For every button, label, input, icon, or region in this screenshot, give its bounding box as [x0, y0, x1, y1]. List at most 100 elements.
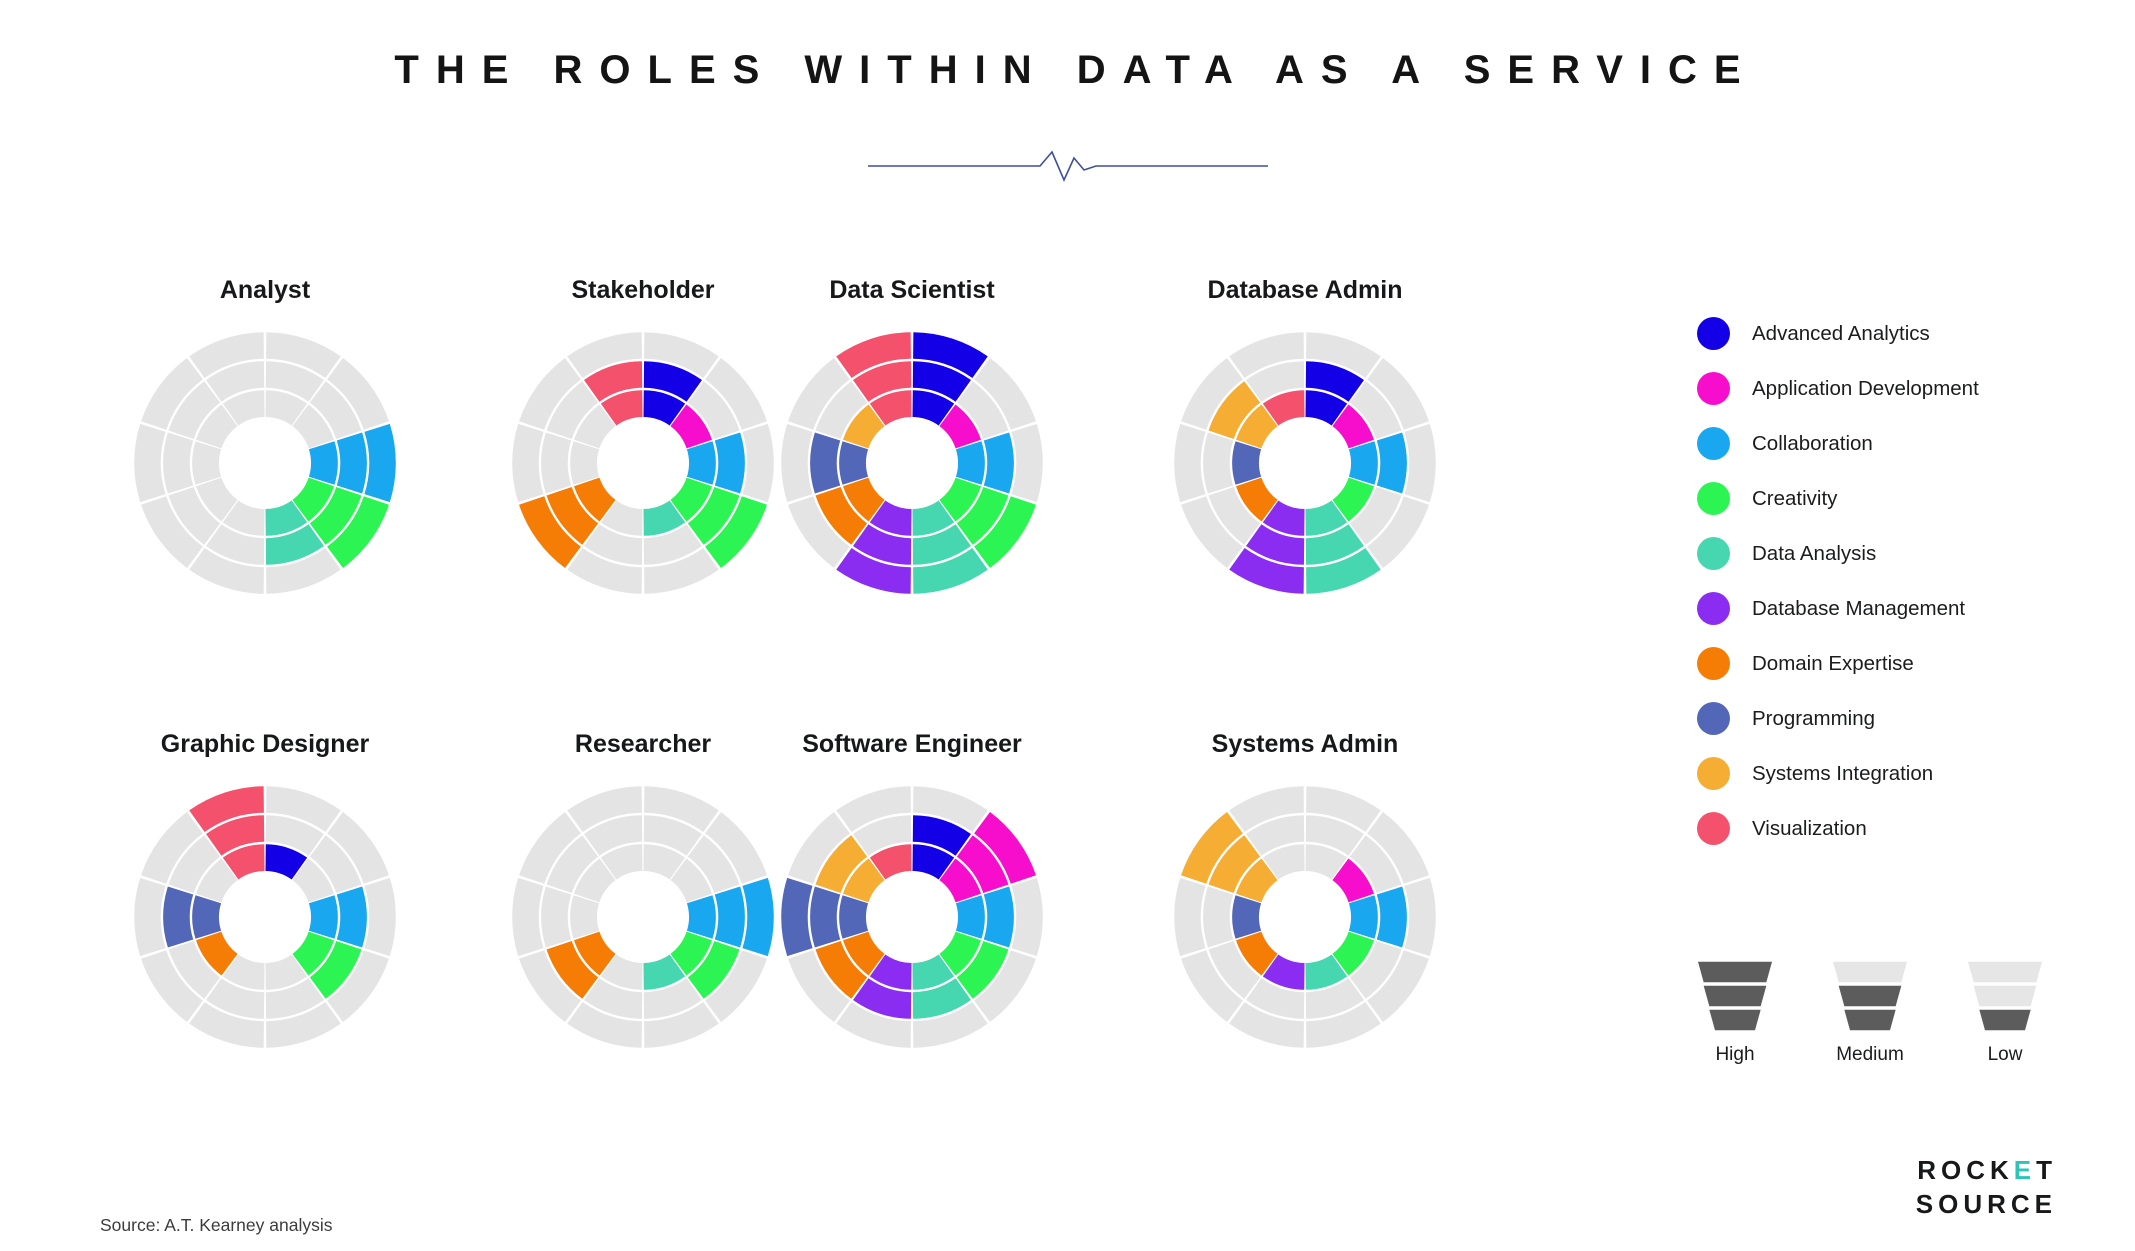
donut-segment [686, 441, 716, 485]
donut-segment [336, 886, 367, 948]
legend-color-swatch [1697, 812, 1730, 845]
legend-item: Application Development [1697, 361, 2097, 416]
donut-segment [1011, 423, 1043, 503]
donut-segment [570, 895, 600, 939]
role-chart: Database Admin [1140, 276, 1470, 623]
donut-segment [839, 441, 869, 485]
rocketsource-logo: ROCKET SOURCE [1916, 1154, 2057, 1221]
decorative-divider [868, 148, 1268, 184]
intensity-key-item: Low [1950, 960, 2060, 1066]
legend-item: Advanced Analytics [1697, 306, 2097, 361]
legend-item-label: Creativity [1752, 486, 1838, 510]
donut-segment [781, 423, 813, 503]
legend-color-swatch [1697, 372, 1730, 405]
donut-segment [1348, 441, 1378, 485]
legend-item: Database Management [1697, 581, 2097, 636]
legend-item: Data Analysis [1697, 526, 2097, 581]
donut-segment [983, 886, 1014, 948]
legend-color-swatch [1697, 537, 1730, 570]
donut-segment [192, 441, 222, 485]
funnel-icon [1833, 961, 1907, 1031]
chart-title: Graphic Designer [160, 730, 370, 758]
logo-line-1: ROCKET [1916, 1154, 2057, 1187]
chart-title: Data Scientist [829, 276, 995, 304]
chart-title: Analyst [219, 276, 311, 304]
donut-segment [1404, 423, 1436, 503]
legend-item: Domain Expertise [1697, 636, 2097, 691]
funnel-icon [1698, 961, 1772, 1031]
donut-segment [541, 432, 572, 494]
donut-chart [1140, 311, 1470, 623]
intensity-key-item: Medium [1815, 960, 1925, 1066]
funnel-icon [1968, 961, 2042, 1031]
logo-text-rock: ROCK [1917, 1155, 2014, 1186]
intensity-key-label: Medium [1836, 1044, 1904, 1065]
logo-line-2: SOURCE [1915, 1188, 2057, 1219]
role-chart: Data Scientist [747, 276, 1077, 623]
donut-segment [686, 895, 716, 939]
legend-item-label: Database Management [1752, 596, 1966, 620]
donut-segment [364, 877, 396, 957]
legend-item-label: Advanced Analytics [1752, 321, 1930, 345]
role-chart: Graphic Designer [100, 730, 430, 1077]
donut-segment [810, 886, 841, 948]
legend-color-swatch [1697, 702, 1730, 735]
donut-segment [163, 432, 194, 494]
legend-color-swatch [1697, 592, 1730, 625]
legend-item-label: Data Analysis [1752, 541, 1877, 565]
role-chart: Analyst [100, 276, 430, 623]
intensity-key-item: High [1680, 960, 1790, 1066]
page-title: THE ROLES WITHIN DATA AS A SERVICE [394, 48, 1758, 92]
donut-segment [1174, 423, 1206, 503]
intensity-key: High Medium Low [1680, 960, 2060, 1066]
legend-item-label: Programming [1752, 706, 1876, 730]
donut-segment [1011, 877, 1043, 957]
legend-item-label: Systems Integration [1752, 761, 1934, 785]
donut-segment [1404, 877, 1436, 957]
donut-segment [1376, 886, 1407, 948]
intensity-key-label: High [1715, 1044, 1755, 1065]
donut-segment [714, 432, 745, 494]
donut-segment [512, 877, 544, 957]
legend-color-swatch [1697, 757, 1730, 790]
donut-segment [1232, 895, 1262, 939]
donut-chart [100, 765, 430, 1077]
role-chart: Systems Admin [1140, 730, 1470, 1077]
legend-item: Visualization [1697, 801, 2097, 856]
role-chart: Software Engineer [747, 730, 1077, 1077]
donut-chart [747, 765, 1077, 1077]
donut-segment [570, 441, 600, 485]
legend-item: Creativity [1697, 471, 2097, 526]
donut-segment [308, 895, 338, 939]
donut-segment [781, 877, 813, 957]
donut-segment [1376, 432, 1407, 494]
donut-segment [1348, 895, 1378, 939]
donut-segment [192, 895, 222, 939]
legend: Advanced Analytics Application Developmen… [1697, 306, 2097, 856]
donut-segment [810, 432, 841, 494]
logo-text-t: T [2036, 1155, 2057, 1186]
donut-chart [100, 311, 430, 623]
legend-item-label: Domain Expertise [1752, 651, 1914, 675]
legend-item: Collaboration [1697, 416, 2097, 471]
donut-segment [541, 886, 572, 948]
donut-segment [336, 432, 367, 494]
donut-segment [163, 886, 194, 948]
infographic-page: THE ROLES WITHIN DATA AS A SERVICE Analy… [0, 0, 2135, 1251]
chart-title: Systems Admin [1211, 730, 1399, 758]
legend-color-swatch [1697, 317, 1730, 350]
donut-segment [308, 441, 338, 485]
legend-item: Systems Integration [1697, 746, 2097, 801]
legend-color-swatch [1697, 647, 1730, 680]
donut-segment [714, 886, 745, 948]
donut-segment [134, 877, 166, 957]
donut-chart [1140, 765, 1470, 1077]
donut-chart [747, 311, 1077, 623]
donut-segment [839, 895, 869, 939]
legend-item-label: Application Development [1752, 376, 1979, 400]
legend-item-label: Visualization [1752, 816, 1867, 840]
intensity-key-label: Low [1987, 1044, 2023, 1065]
chart-title: Software Engineer [802, 730, 1022, 758]
legend-color-swatch [1697, 482, 1730, 515]
chart-title: Database Admin [1207, 276, 1403, 304]
